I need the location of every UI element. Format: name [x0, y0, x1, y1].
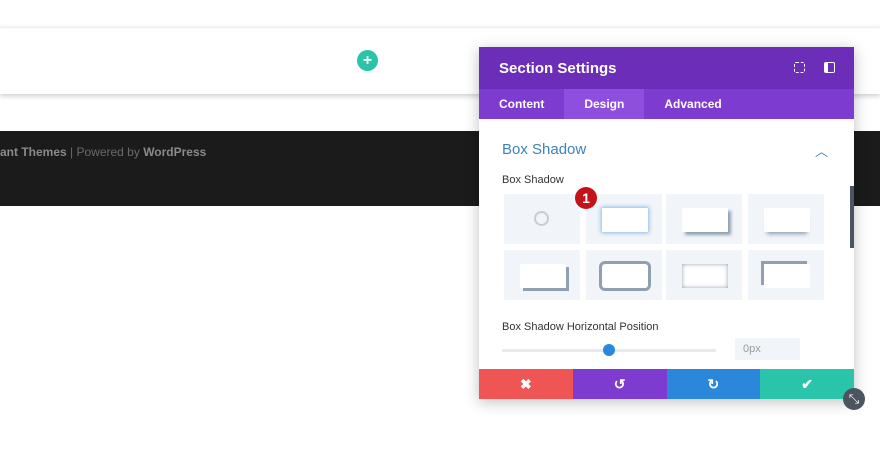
panel-header: Section Settings: [479, 47, 854, 89]
tab-advanced[interactable]: Advanced: [644, 89, 741, 119]
shadow-option-5[interactable]: [586, 250, 662, 300]
save-button[interactable]: ✔: [760, 369, 854, 399]
slider-label: Box Shadow Horizontal Position: [502, 321, 659, 333]
shadow-option-7[interactable]: [748, 250, 824, 300]
footer-wordpress-link[interactable]: WordPress: [143, 145, 206, 159]
action-bar: ✖ ↺ ↻ ✔: [479, 369, 854, 399]
box-shadow-label: Box Shadow: [502, 174, 564, 186]
footer-theme: ant Themes: [0, 145, 67, 159]
shadow-option-3[interactable]: [748, 194, 824, 244]
panel-title: Section Settings: [499, 60, 617, 77]
footer-sep: | Powered by: [66, 145, 144, 159]
resize-handle-icon[interactable]: ⤡: [843, 388, 865, 410]
tab-content[interactable]: Content: [479, 89, 564, 119]
step-badge: 1: [575, 187, 597, 209]
shadow-option-1[interactable]: [586, 194, 662, 244]
fullscreen-icon[interactable]: [794, 62, 805, 73]
shadow-option-none[interactable]: [504, 194, 580, 244]
redo-button[interactable]: ↻: [666, 369, 761, 399]
cancel-button[interactable]: ✖: [479, 369, 573, 399]
split-view-icon[interactable]: [824, 62, 835, 73]
scrollbar[interactable]: [850, 186, 854, 248]
chevron-up-icon[interactable]: ︿: [815, 141, 828, 160]
add-row-button[interactable]: +: [357, 50, 378, 71]
slider-value-input[interactable]: [735, 338, 800, 360]
tab-bar: Content Design Advanced: [479, 89, 854, 119]
undo-button[interactable]: ↺: [572, 369, 667, 399]
group-title[interactable]: Box Shadow: [502, 141, 586, 158]
shadow-option-4[interactable]: [504, 250, 580, 300]
section-settings-panel: Section Settings Content Design Advanced…: [479, 47, 854, 399]
shadow-option-2[interactable]: [666, 194, 742, 244]
tab-design[interactable]: Design: [564, 89, 645, 119]
panel-body: Box Shadow ︿ Box Shadow 1 Box Shadow Hor…: [479, 119, 854, 369]
none-icon: [534, 211, 549, 226]
shadow-option-6[interactable]: [666, 250, 742, 300]
slider-handle[interactable]: [603, 344, 615, 356]
